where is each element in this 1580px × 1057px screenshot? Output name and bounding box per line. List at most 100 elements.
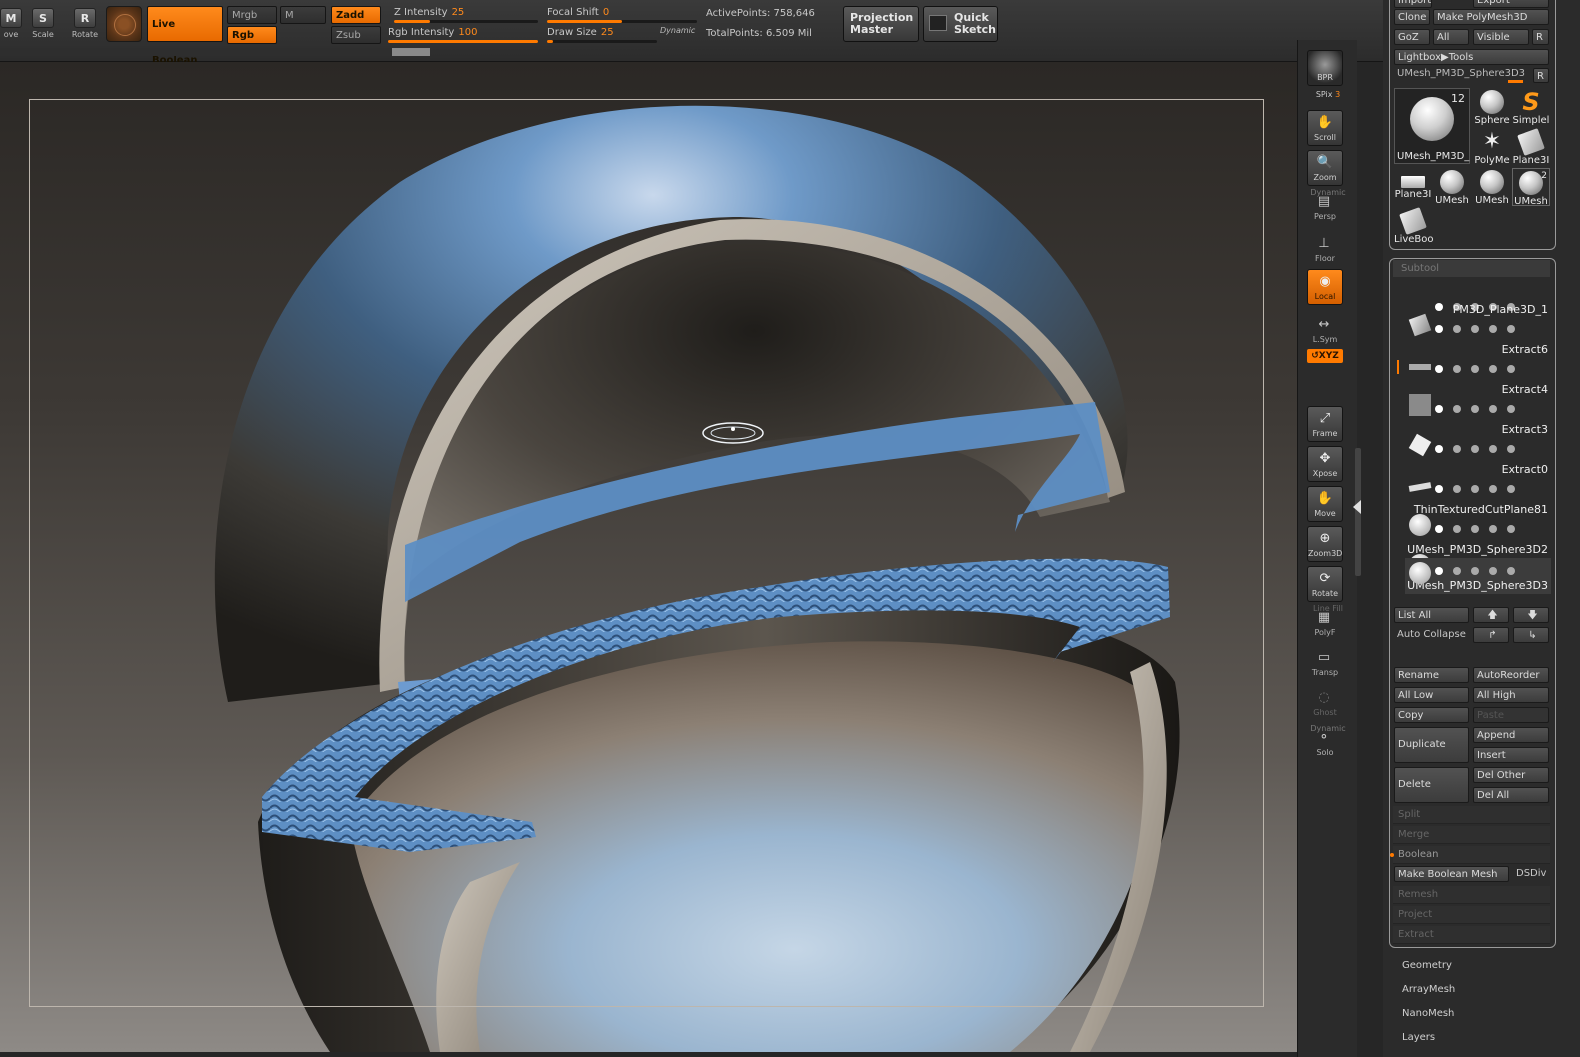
all-low-button[interactable]: All Low: [1394, 687, 1469, 703]
zsub-button[interactable]: Zsub: [331, 26, 381, 44]
collapse-up-button[interactable]: ↱: [1473, 627, 1509, 643]
geometry-menu[interactable]: Geometry: [1402, 960, 1452, 971]
tool-thumb-plane[interactable]: Plane3I: [1512, 128, 1550, 166]
list-all-button[interactable]: List All: [1394, 607, 1469, 623]
autoreorder-button[interactable]: AutoReorder: [1473, 667, 1549, 683]
zoom3d-button[interactable]: ⊕ Zoom3D: [1307, 526, 1343, 562]
tool-thumb-umesh-3[interactable]: UMesh 2: [1512, 168, 1550, 207]
rotate-tool-button[interactable]: R Rotate: [68, 8, 102, 44]
scale-tool-button[interactable]: S Scale: [26, 8, 60, 44]
frame-button[interactable]: ⤢ Frame: [1307, 406, 1343, 442]
zadd-button[interactable]: Zadd: [331, 6, 381, 24]
rotate-button[interactable]: ⟳ Rotate: [1307, 566, 1343, 602]
rgb-intensity-slider[interactable]: Rgb Intensity 100: [388, 26, 538, 44]
focal-shift-slider[interactable]: Focal Shift 0: [547, 6, 697, 24]
del-all-button[interactable]: Del All: [1473, 787, 1549, 803]
move-down-button[interactable]: 🡇: [1513, 607, 1549, 623]
duplicate-button[interactable]: Duplicate: [1394, 727, 1469, 763]
local-button[interactable]: ◉ Local: [1307, 269, 1343, 305]
layers-menu[interactable]: Layers: [1402, 1032, 1435, 1043]
clone-button[interactable]: Clone: [1394, 9, 1430, 25]
subtool-row[interactable]: ThinTexturedCutPlane81: [1405, 500, 1551, 538]
subtool-row[interactable]: Extract4: [1405, 380, 1551, 418]
tool-thumb-umesh-2[interactable]: UMesh: [1473, 168, 1511, 206]
scroll-button[interactable]: ✋ Scroll: [1307, 110, 1343, 146]
project-group[interactable]: Project: [1393, 906, 1550, 924]
insert-button[interactable]: Insert: [1473, 747, 1549, 763]
nanomesh-menu[interactable]: NanoMesh: [1402, 1008, 1454, 1019]
goz-r-button[interactable]: R: [1532, 29, 1549, 45]
dsdiv-slider[interactable]: DSDiv: [1516, 868, 1546, 879]
polyf-button[interactable]: ▦ PolyF: [1307, 606, 1343, 642]
projection-master-button[interactable]: Projection Master: [843, 6, 919, 42]
subtool-toggles[interactable]: [1435, 438, 1551, 453]
lsym-button[interactable]: ↔ L.Sym: [1307, 313, 1343, 349]
tool-thumb-plane-flat[interactable]: Plane3I: [1394, 168, 1432, 206]
remesh-group[interactable]: Remesh: [1393, 886, 1550, 904]
quick-sketch-button[interactable]: Quick Sketch: [923, 6, 998, 42]
goz-all-button[interactable]: All: [1433, 29, 1469, 45]
dynamic-toggle[interactable]: Dynamic: [660, 26, 695, 35]
tool-r-button[interactable]: R: [1533, 68, 1549, 83]
transp-button[interactable]: ▭ Transp: [1307, 646, 1343, 682]
subtool-row[interactable]: Extract6: [1405, 340, 1551, 378]
goz-visible-button[interactable]: Visible: [1473, 29, 1529, 45]
floor-button[interactable]: ⊥ Floor: [1307, 232, 1343, 268]
subtool-row[interactable]: Extract3: [1405, 420, 1551, 458]
make-polymesh3d-button[interactable]: Make PolyMesh3D: [1433, 9, 1549, 25]
mrgb-button[interactable]: Mrgb: [227, 6, 277, 24]
zoom-button[interactable]: 🔍 Zoom: [1307, 150, 1343, 186]
subtool-header[interactable]: Subtool: [1393, 260, 1550, 277]
import-button[interactable]: Import: [1394, 0, 1432, 8]
tool-thumb-liveboolean[interactable]: LiveBoo: [1394, 207, 1434, 245]
draw-size-slider[interactable]: Draw Size 25: [547, 26, 657, 44]
subtool-row[interactable]: PM3D_Plane3D_1: [1405, 300, 1551, 338]
del-other-button[interactable]: Del Other: [1473, 767, 1549, 783]
move-up-button[interactable]: 🡅: [1473, 607, 1509, 623]
viewport-canvas[interactable]: [0, 62, 1297, 1052]
spix-slider[interactable]: SPix 3: [1298, 90, 1358, 99]
material-swatch[interactable]: [106, 6, 142, 42]
boolean-group[interactable]: Boolean: [1393, 846, 1550, 864]
subtool-row[interactable]: Extract0: [1405, 460, 1551, 498]
subtool-toggles[interactable]: [1435, 560, 1551, 575]
append-button[interactable]: Append: [1473, 727, 1549, 743]
panel-toggle-arrow-icon[interactable]: [1353, 500, 1361, 514]
rename-button[interactable]: Rename: [1394, 667, 1469, 683]
persp-button[interactable]: ▤ Persp: [1307, 190, 1343, 226]
subtool-row-selected[interactable]: UMesh_PM3D_Sphere3D3: [1405, 558, 1551, 594]
arraymesh-menu[interactable]: ArrayMesh: [1402, 984, 1455, 995]
live-boolean-button[interactable]: Live Boolean: [147, 6, 223, 66]
move-button[interactable]: ✋ Move: [1307, 486, 1343, 522]
subtool-toggles[interactable]: [1435, 318, 1551, 333]
subtool-toggles[interactable]: [1435, 478, 1551, 493]
extract-group[interactable]: Extract: [1393, 926, 1550, 944]
goz-button[interactable]: GoZ: [1394, 29, 1430, 45]
tool-thumb-sphere[interactable]: Sphere: [1473, 88, 1511, 126]
tool-thumb-polymesh[interactable]: ✶ PolyMe: [1473, 128, 1511, 167]
xpose-button[interactable]: ✥ Xpose: [1307, 446, 1343, 482]
all-high-button[interactable]: All High: [1473, 687, 1549, 703]
tool-thumb-simplebrush[interactable]: S Simplel: [1512, 88, 1550, 126]
current-tool-thumb[interactable]: 12 UMesh_PM3D_: [1394, 88, 1470, 164]
tab-strip-thumb[interactable]: [392, 48, 430, 56]
paste-button[interactable]: Paste: [1473, 707, 1549, 723]
subtool-toggles[interactable]: [1435, 358, 1551, 373]
tool-thumb-umesh-1[interactable]: UMesh: [1433, 168, 1471, 206]
move-tool-button[interactable]: M ove: [0, 8, 28, 44]
auto-collapse-toggle[interactable]: Auto Collapse: [1397, 629, 1466, 640]
export-button[interactable]: Export: [1473, 0, 1549, 8]
solo-button[interactable]: ⚬ Solo: [1307, 726, 1343, 762]
z-intensity-slider[interactable]: Z Intensity 25: [394, 6, 538, 24]
ghost-button[interactable]: ◌ Ghost: [1307, 686, 1343, 722]
bpr-button[interactable]: BPR: [1307, 50, 1343, 86]
lightbox-tools-button[interactable]: Lightbox▶Tools: [1394, 49, 1549, 65]
subtool-toggles[interactable]: [1435, 398, 1551, 413]
delete-button[interactable]: Delete: [1394, 767, 1469, 803]
collapse-down-button[interactable]: ↳: [1513, 627, 1549, 643]
subtool-toggles[interactable]: [1435, 518, 1551, 533]
split-group[interactable]: Split: [1393, 806, 1550, 824]
make-boolean-mesh-button[interactable]: Make Boolean Mesh: [1394, 866, 1509, 882]
rgb-button[interactable]: Rgb: [227, 26, 277, 44]
xyz-symmetry-button[interactable]: ↺XYZ: [1307, 349, 1343, 363]
